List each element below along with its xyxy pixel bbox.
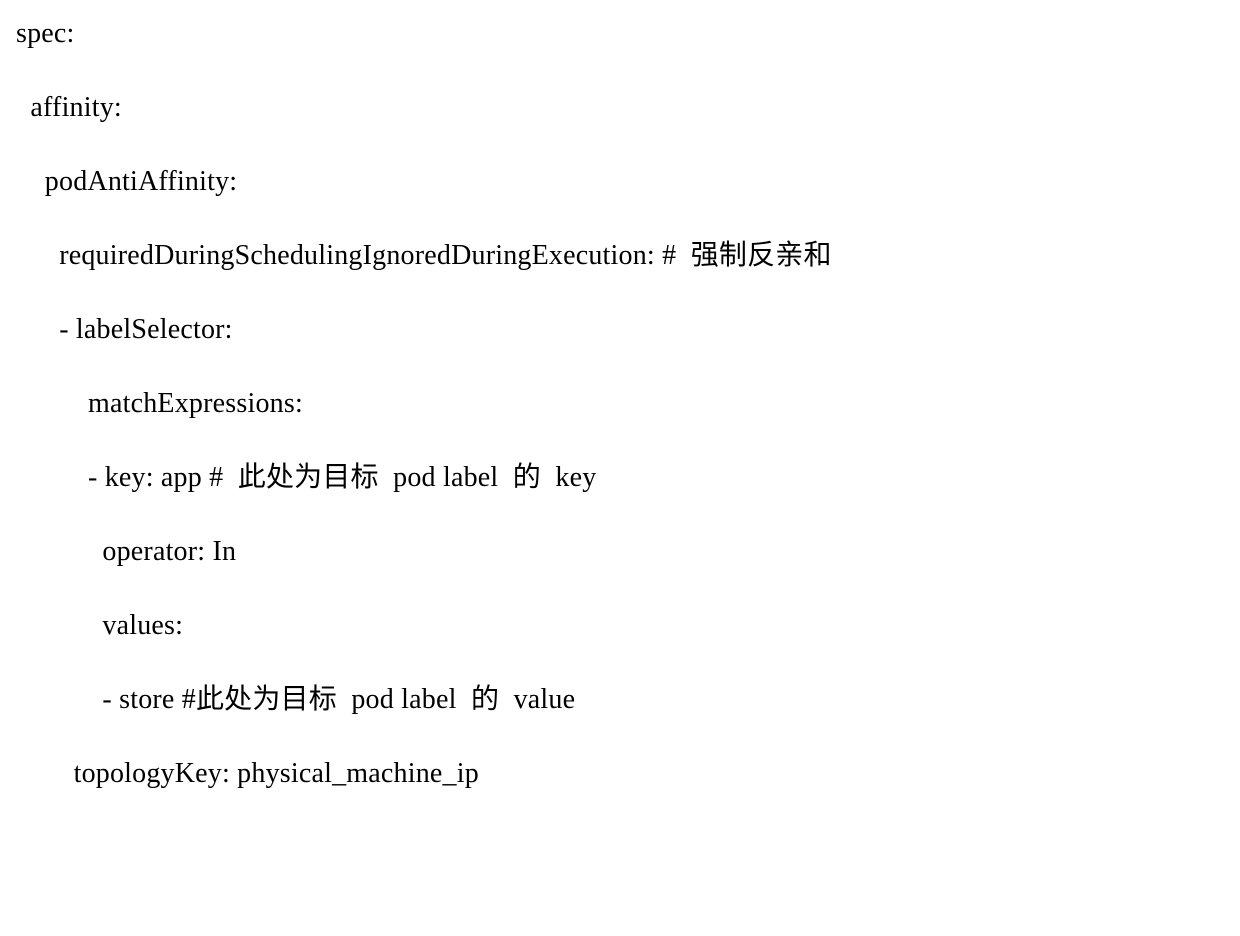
yaml-line-5: matchExpressions: [16, 390, 1224, 418]
yaml-line-2: podAntiAffinity: [16, 168, 1224, 196]
yaml-line-6: - key: app # 此处为目标 pod label 的 key [16, 464, 1224, 492]
yaml-line-9: - store #此处为目标 pod label 的 value [16, 686, 1224, 714]
yaml-line-4: - labelSelector: [16, 316, 1224, 344]
yaml-line-3: requiredDuringSchedulingIgnoredDuringExe… [16, 242, 1224, 270]
yaml-line-10: topologyKey: physical_machine_ip [16, 760, 1224, 788]
yaml-line-0: spec: [16, 20, 1224, 48]
yaml-line-7: operator: In [16, 538, 1224, 566]
yaml-line-8: values: [16, 612, 1224, 640]
yaml-line-1: affinity: [16, 94, 1224, 122]
